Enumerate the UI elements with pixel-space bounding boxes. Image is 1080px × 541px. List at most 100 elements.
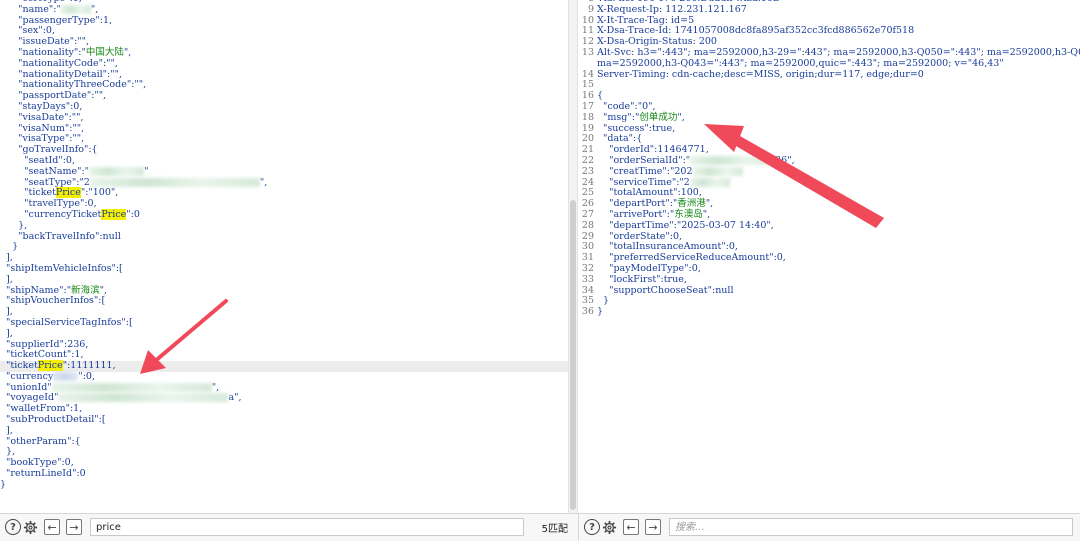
code-line: 15 [578, 80, 1080, 91]
code-token: "visaDate":"", [0, 111, 84, 123]
code-token: ":1111111, [62, 360, 116, 372]
code-line: ], [0, 424, 568, 437]
search-input[interactable] [90, 518, 524, 536]
search-match: Price [37, 360, 63, 372]
code-token: "travelType":0, [0, 198, 97, 210]
code-line: "unionId" ", [0, 382, 568, 394]
help-icon[interactable]: ? [584, 519, 600, 535]
code-token: } [597, 295, 610, 307]
code-token: "orderSerialId":" [597, 154, 691, 166]
code-line: "specialServiceTagInfos":[ [0, 317, 568, 329]
help-icon[interactable]: ? [5, 519, 21, 535]
redacted-value [60, 4, 91, 14]
code-token: ], [0, 306, 13, 318]
code-token: ", [677, 111, 685, 123]
code-line: "currencyTicketPrice":0 [0, 208, 568, 221]
redacted-value [89, 166, 145, 176]
code-token: "departPort":" [597, 198, 678, 210]
code-line: "visaDate":"", [0, 111, 568, 124]
code-token: "visaType":"", [0, 133, 85, 145]
code-token: "success":true, [597, 122, 676, 134]
line-number: 13 [581, 46, 594, 58]
code-token: "backTravelInfo":null [0, 230, 121, 242]
code-line: 19 "success":true, [578, 122, 1080, 135]
right-code-pane[interactable]: 8Via: hof 190 170 200.Dudun wizd.10D9X-R… [578, 0, 1080, 513]
code-line: "returnLineId":0 [0, 468, 568, 480]
code-token: "creatTime":"202 [597, 165, 693, 177]
settings-gear-icon[interactable] [22, 519, 38, 535]
code-token: "bookType":0, [0, 457, 74, 469]
code-token: } [0, 241, 19, 253]
code-line: "visaNum":"", [0, 122, 568, 135]
code-token: "goTravelInfo":{ [0, 144, 98, 156]
line-number: 23 [581, 165, 594, 177]
code-token: ":"100", [80, 187, 119, 199]
code-token: } [0, 478, 7, 490]
code-line: "otherParam":{ [0, 436, 568, 448]
arrow-right-icon[interactable]: → [645, 519, 661, 535]
search-match: Price [55, 187, 81, 199]
redacted-value [53, 371, 79, 381]
left-code-pane[interactable]: "certType":1, "name":"", "passengerType"… [0, 0, 568, 513]
code-line: "passengerType":1, [0, 14, 568, 27]
code-line: } [0, 241, 568, 253]
code-line: "goTravelInfo":{ [0, 144, 568, 156]
code-token: ", [123, 46, 132, 58]
code-line: }, [0, 447, 568, 458]
code-token: X-Dsa-Trace-Id: 1741057008dc8fa895af352c… [597, 25, 915, 37]
arrow-left-icon[interactable]: ← [44, 519, 60, 535]
code-line: "subProductDetail":[ [0, 414, 568, 426]
code-line: "backTravelInfo":null [0, 230, 568, 243]
code-token: X-It-Trace-Tag: id=5 [597, 14, 695, 26]
code-token: "payModelType":0, [597, 262, 701, 274]
code-token: "preferredServiceReduceAmount":0, [597, 252, 786, 264]
code-token: "currencyTicket [0, 208, 102, 220]
string-value: 东澳岛 [674, 208, 703, 220]
right-search-bar: ? ← → [578, 513, 1080, 541]
code-token: ], [0, 424, 13, 436]
code-line: "passportDate":"", [0, 90, 568, 102]
line-number: 28 [581, 219, 594, 231]
code-token: ", [99, 284, 107, 296]
arrow-right-icon[interactable]: → [66, 519, 82, 535]
code-token: "lockFirst":true, [597, 273, 687, 285]
code-token: ":0, [78, 370, 95, 382]
search-input[interactable] [669, 518, 1073, 536]
code-token: }, [0, 219, 28, 231]
code-token: "data":{ [597, 133, 643, 145]
settings-gear-icon[interactable] [601, 519, 617, 535]
arrow-left-icon[interactable]: ← [623, 519, 639, 535]
left-code-content: "certType":1, "name":"", "passengerType"… [0, 0, 568, 491]
code-token: ", [90, 3, 99, 15]
left-search-bar: ? ← → 5匹配 [0, 513, 578, 541]
scrollbar-thumb[interactable] [570, 200, 576, 510]
code-token: ], [0, 273, 13, 285]
code-line: 35 } [578, 295, 1080, 307]
string-value: 创单成功 [639, 111, 678, 123]
code-token: "subProductDetail":[ [0, 414, 106, 426]
code-token: "shipVoucherInfos":[ [0, 295, 106, 307]
code-line: "stayDays":0, [0, 101, 568, 113]
string-value: 香洲港 [677, 198, 706, 210]
code-token: "nationalityThreeCode":"", [0, 79, 147, 91]
code-token: "seatName":" [0, 165, 90, 177]
code-token: "passengerType":1, [0, 14, 113, 26]
code-line: "currency ":0, [0, 370, 568, 383]
code-token: "returnLineId":0 [0, 468, 86, 480]
code-token: "nationalityDetail":"", [0, 68, 123, 80]
code-token: "shipItemVehicleInfos":[ [0, 262, 123, 274]
code-token: ", [259, 176, 268, 188]
vertical-scrollbar[interactable] [568, 0, 578, 513]
code-token: "nationalityCode":"", [0, 57, 118, 69]
code-token: { [597, 90, 604, 102]
code-token: "departTime":"2025-03-07 14:40", [597, 219, 774, 231]
code-token: ", [705, 198, 714, 210]
redacted-value [690, 155, 776, 165]
code-token: "currency [0, 370, 54, 382]
right-code-content: 8Via: hof 190 170 200.Dudun wizd.10D9X-R… [578, 0, 1080, 318]
code-token: "totalInsuranceAmount":0, [597, 241, 738, 253]
code-token: "visaNum":"", [0, 122, 85, 134]
code-token: "sex":0, [0, 25, 55, 37]
code-token: ], [0, 252, 13, 264]
code-line: "supplierId":236, [0, 339, 568, 351]
